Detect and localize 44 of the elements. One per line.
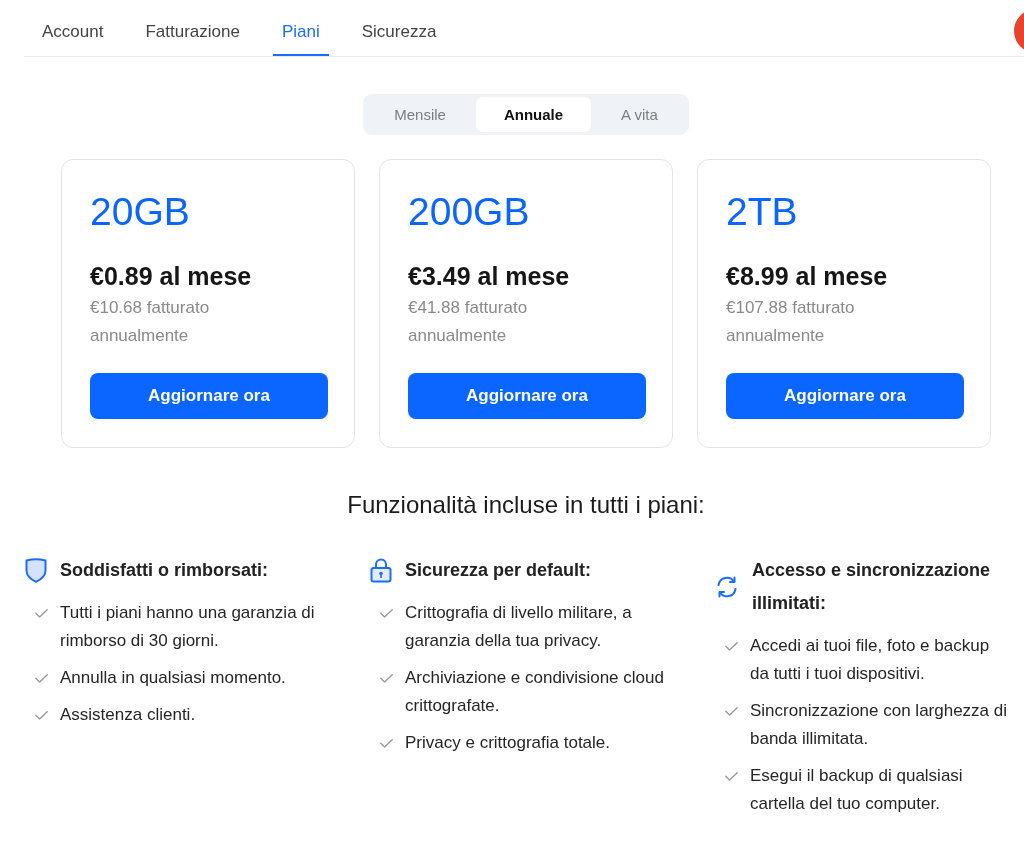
feature-item-text: Assistenza clienti. [60, 704, 196, 726]
tab[interactable]: Fatturazione [136, 10, 249, 56]
feature-item-text: Sincronizzazione con larghezza di banda illimitata. [750, 700, 1009, 750]
feature-item-text: Privacy e crittografia totale. [405, 732, 611, 754]
plan-price: €3.49 al mese [408, 261, 570, 292]
check-icon [725, 642, 738, 651]
check-icon [380, 674, 393, 683]
plan-storage: 20GB [90, 189, 190, 235]
feature-item-text: Accedi ai tuoi file, foto e backup da tutti i tuoi dispositivi. [750, 635, 991, 685]
feature-group-title: Sicurezza per default: [405, 559, 592, 582]
upgrade-button[interactable]: Aggiornare ora [408, 373, 646, 419]
feature-item-text: Archiviazione e condivisione cloud crittografate. [405, 667, 665, 717]
plan-price: €0.89 al mese [90, 261, 252, 292]
check-icon [35, 674, 48, 683]
tab[interactable]: Account [33, 10, 113, 56]
plan-billing-note: €41.88 fatturato annualmente [408, 297, 529, 347]
plan-storage: 2TB [726, 189, 798, 235]
feature-item-text: Esegui il backup di qualsiasi cartella del tuo computer. [750, 765, 964, 815]
billing-period-option[interactable]: Annuale [475, 97, 592, 132]
sync-icon [715, 575, 739, 599]
shield-icon [25, 558, 47, 583]
check-icon [725, 707, 738, 716]
feature-item-text: Crittografia di livello militare, a garanzia della tua privacy. [405, 602, 633, 652]
billing-period-option[interactable]: Mensile [366, 97, 474, 132]
check-icon [380, 609, 393, 618]
check-icon [380, 739, 393, 748]
feature-group-title: Soddisfatti o rimborsati: [60, 559, 268, 582]
tab[interactable]: Piani [272, 10, 329, 56]
feature-item-text: Tutti i piani hanno una garanzia di rimborso di 30 giorni. [60, 602, 316, 652]
feature-group-title: Accesso e sincronizzazione illimitati: [752, 559, 992, 615]
plan-billing-note: €10.68 fatturato annualmente [90, 297, 211, 347]
check-icon [35, 609, 48, 618]
plan-billing-note: €107.88 fatturato annualmente [726, 297, 856, 347]
upgrade-button[interactable]: Aggiornare ora [90, 373, 328, 419]
feature-item-text: Annulla in qualsiasi momento. [60, 667, 286, 689]
check-icon [35, 711, 48, 720]
billing-period-option[interactable]: A vita [593, 97, 686, 132]
tab[interactable]: Sicurezza [352, 10, 446, 56]
check-icon [725, 772, 738, 781]
features-heading: Funzionalità incluse in tutti i piani: [347, 490, 705, 520]
upgrade-button[interactable]: Aggiornare ora [726, 373, 964, 419]
plan-price: €8.99 al mese [726, 261, 888, 292]
lock-icon [370, 558, 392, 583]
plan-storage: 200GB [408, 189, 530, 235]
